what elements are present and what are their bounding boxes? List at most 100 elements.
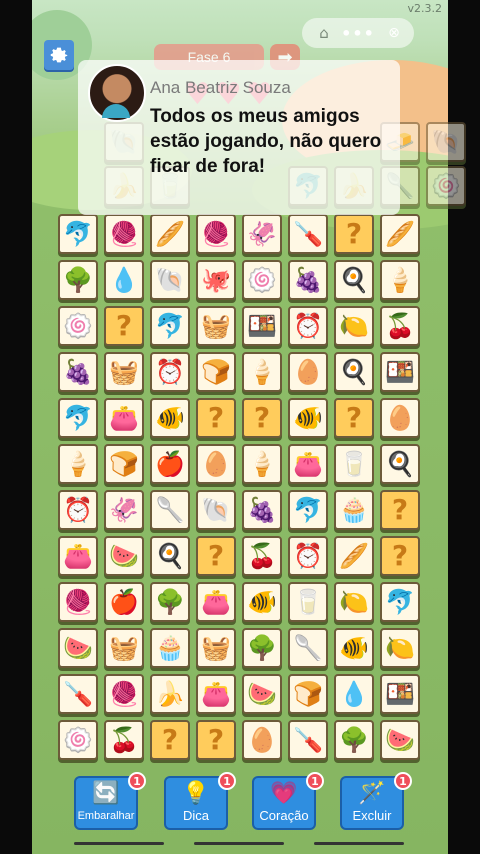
tile[interactable]: 🥛 — [288, 582, 328, 622]
tile[interactable]: 🧺 — [104, 628, 144, 668]
hidden-tile[interactable]: ? — [380, 490, 420, 530]
tool-button-embaralhar[interactable]: 🔄 Embaralhar 1 — [74, 772, 146, 830]
tile[interactable]: 💧 — [104, 260, 144, 300]
tile[interactable]: 👛 — [288, 444, 328, 484]
tile[interactable]: 🍱 — [380, 352, 420, 392]
tile[interactable]: 🐠 — [288, 398, 328, 438]
tile[interactable]: 🧶 — [104, 214, 144, 254]
tile[interactable]: 🐚 — [196, 490, 236, 530]
tile[interactable]: 🐬 — [58, 214, 98, 254]
tile[interactable]: 🍳 — [380, 444, 420, 484]
tile[interactable]: 🌳 — [58, 260, 98, 300]
tile[interactable]: 🍎 — [150, 444, 190, 484]
tile[interactable]: 🍳 — [334, 352, 374, 392]
tile[interactable]: 🍉 — [380, 720, 420, 760]
tile[interactable]: 🍇 — [242, 490, 282, 530]
tile[interactable]: 🐠 — [150, 398, 190, 438]
tile[interactable]: 🍒 — [242, 536, 282, 576]
tile[interactable]: ⏰ — [150, 352, 190, 392]
tile[interactable]: ⏰ — [58, 490, 98, 530]
tile[interactable]: 🧶 — [196, 214, 236, 254]
tile[interactable]: 🥛 — [334, 444, 374, 484]
tile[interactable]: 🌳 — [150, 582, 190, 622]
tool-button-dica[interactable]: 💡 Dica 1 — [164, 772, 236, 830]
tile[interactable]: 🍇 — [58, 352, 98, 392]
tile[interactable]: 🍌 — [150, 674, 190, 714]
tile[interactable]: 🍦 — [58, 444, 98, 484]
tile[interactable]: 🥄 — [288, 628, 328, 668]
tile[interactable]: 🐙 — [196, 260, 236, 300]
tile[interactable]: 🐬 — [380, 582, 420, 622]
tile[interactable]: 🧺 — [196, 628, 236, 668]
tile[interactable]: 🐠 — [242, 582, 282, 622]
tile[interactable]: 🍋 — [334, 582, 374, 622]
tile[interactable]: 🥄 — [150, 490, 190, 530]
tile[interactable]: 🍱 — [380, 674, 420, 714]
tile[interactable]: 🧺 — [196, 306, 236, 346]
tile[interactable]: 🐠 — [334, 628, 374, 668]
tile[interactable]: 🍥 — [242, 260, 282, 300]
hidden-tile[interactable]: ? — [242, 398, 282, 438]
tile[interactable]: 🪛 — [288, 720, 328, 760]
tile[interactable]: 🍞 — [288, 674, 328, 714]
tile[interactable]: 🦑 — [242, 214, 282, 254]
tool-button-excluir[interactable]: 🪄 Excluir 1 — [340, 772, 412, 830]
tile[interactable]: 🍉 — [104, 536, 144, 576]
tile[interactable]: 🐚 — [150, 260, 190, 300]
tile[interactable]: 🍦 — [242, 444, 282, 484]
tile[interactable]: 🍳 — [334, 260, 374, 300]
hidden-tile[interactable]: ? — [150, 720, 190, 760]
home-icon[interactable]: ⌂ — [312, 22, 336, 44]
tile[interactable]: 🍥 — [58, 306, 98, 346]
tile[interactable]: 👛 — [58, 536, 98, 576]
hidden-tile[interactable]: ? — [196, 720, 236, 760]
tool-button-coração[interactable]: 💗 Coração 1 — [252, 772, 324, 830]
tile[interactable]: 🥖 — [380, 214, 420, 254]
tile[interactable]: 🌳 — [334, 720, 374, 760]
close-icon[interactable]: ⊗ — [382, 22, 406, 44]
tile[interactable]: 🐬 — [150, 306, 190, 346]
tile[interactable]: 🐬 — [58, 398, 98, 438]
tile[interactable]: 🍉 — [242, 674, 282, 714]
tile[interactable]: 🍱 — [242, 306, 282, 346]
tile[interactable]: 🍦 — [380, 260, 420, 300]
tile[interactable]: 👛 — [196, 582, 236, 622]
tile[interactable]: 🍞 — [196, 352, 236, 392]
hidden-tile[interactable]: ? — [334, 214, 374, 254]
hidden-tile[interactable]: ? — [196, 398, 236, 438]
tile[interactable]: 🥖 — [150, 214, 190, 254]
tile[interactable]: 💧 — [334, 674, 374, 714]
tile[interactable]: 🍳 — [150, 536, 190, 576]
tile[interactable]: 🐚 — [426, 122, 466, 162]
tile[interactable]: 🧶 — [104, 674, 144, 714]
settings-gear-icon[interactable] — [44, 40, 74, 70]
tile[interactable]: 🍞 — [104, 444, 144, 484]
tile[interactable]: 🍥 — [58, 720, 98, 760]
tile[interactable]: 🍉 — [58, 628, 98, 668]
tile[interactable]: 🧶 — [58, 582, 98, 622]
tile[interactable]: 🍦 — [242, 352, 282, 392]
tile[interactable]: 🍇 — [288, 260, 328, 300]
tile[interactable]: 👛 — [196, 674, 236, 714]
tile[interactable]: 🦑 — [104, 490, 144, 530]
tile[interactable]: 🧺 — [104, 352, 144, 392]
tile[interactable]: 👛 — [104, 398, 144, 438]
tile[interactable]: 🍒 — [104, 720, 144, 760]
tile[interactable]: 🥚 — [242, 720, 282, 760]
tile[interactable]: 🥚 — [288, 352, 328, 392]
tile[interactable]: 🥚 — [380, 398, 420, 438]
tile[interactable]: 🍎 — [104, 582, 144, 622]
hidden-tile[interactable]: ? — [334, 398, 374, 438]
tile[interactable]: 🥖 — [334, 536, 374, 576]
hidden-tile[interactable]: ? — [380, 536, 420, 576]
tile[interactable]: 🧁 — [334, 490, 374, 530]
more-options-button[interactable]: ••• — [338, 22, 378, 44]
tile[interactable]: 🍋 — [334, 306, 374, 346]
tile[interactable]: 🪛 — [58, 674, 98, 714]
tile[interactable]: 🍒 — [380, 306, 420, 346]
tile[interactable]: 🐬 — [288, 490, 328, 530]
tile[interactable]: 🌳 — [242, 628, 282, 668]
tile[interactable]: ⏰ — [288, 536, 328, 576]
hidden-tile[interactable]: ? — [196, 536, 236, 576]
tile[interactable]: ⏰ — [288, 306, 328, 346]
